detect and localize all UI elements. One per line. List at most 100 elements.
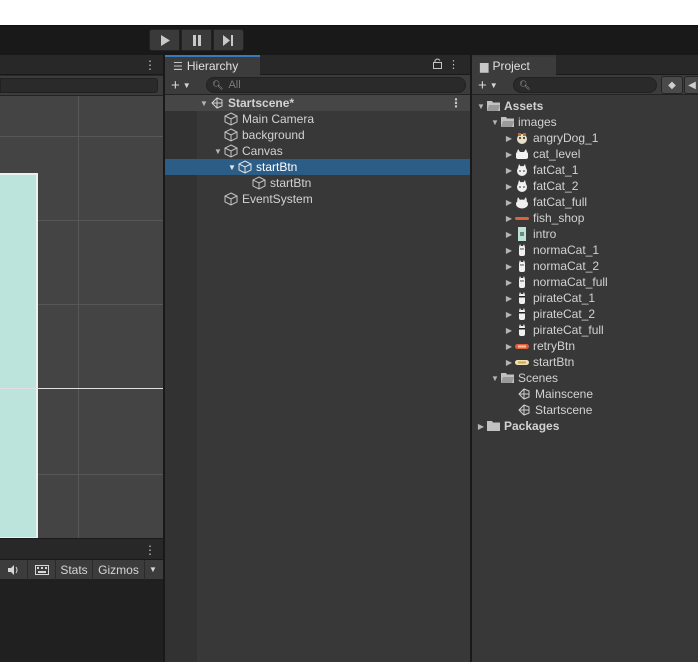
scene-options-icon[interactable]: ⋮ [450,96,462,110]
scene-row[interactable]: ▼ Startscene* ⋮ [165,95,470,111]
expand-arrow-icon[interactable]: ▶ [503,294,515,303]
stats-button[interactable]: Stats [56,559,93,580]
asset-row[interactable]: ▶ retryBtn [472,338,698,354]
expand-arrow-icon[interactable]: ▶ [503,134,515,143]
play-button[interactable] [149,29,180,51]
folder-row[interactable]: ▼ Scenes [472,370,698,386]
asset-row[interactable]: ▶ angryDog_1 [472,130,698,146]
play-icon [160,34,170,46]
asset-label: normaCat_full [533,275,608,289]
asset-row[interactable]: ▶ normaCat_2 [472,258,698,274]
expand-arrow-icon[interactable]: ▶ [503,166,515,175]
asset-row[interactable]: ▶ pirateCat_2 [472,306,698,322]
expand-arrow-icon[interactable]: ▶ [475,422,487,431]
hierarchy-item[interactable]: Main Camera [165,111,470,127]
game-view[interactable] [0,580,163,662]
hierarchy-search-placeholder: All [228,79,241,91]
tab-hierarchy[interactable]: ☰ Hierarchy [165,55,260,75]
hierarchy-search-input[interactable]: 🔍︎ All [206,77,466,93]
scene-asset-row[interactable]: Mainscene [472,386,698,402]
asset-row[interactable]: ▶ cat_level [472,146,698,162]
gizmos-dropdown-icon[interactable]: ▼ [145,560,161,580]
expand-arrow-icon[interactable]: ▼ [489,374,501,383]
asset-row[interactable]: ▶ intro [472,226,698,242]
hierarchy-item[interactable]: ▼ Canvas [165,143,470,159]
hierarchy-toolbar: + ▼ 🔍︎ All [165,75,470,95]
scene-search-input[interactable] [0,78,158,93]
asset-row[interactable]: ▶ pirateCat_full [472,322,698,338]
game-toolbar: Stats Gizmos ▼ [0,559,163,580]
asset-label: normaCat_2 [533,259,600,273]
audio-toggle-button[interactable] [0,559,28,580]
create-dropdown-button[interactable]: + ▼ [171,76,191,94]
hierarchy-menu-icon[interactable]: ⋮ [448,58,459,71]
expand-arrow-icon[interactable]: ▼ [226,163,238,172]
asset-row[interactable]: ▶ fatCat_1 [472,162,698,178]
asset-row[interactable]: ▶ pirateCat_1 [472,290,698,306]
expand-arrow-icon[interactable]: ▶ [503,310,515,319]
scene-view[interactable] [0,96,163,539]
folder-row[interactable]: ▼ images [472,114,698,130]
expand-arrow-icon[interactable]: ▼ [212,147,224,156]
filter-by-type-button[interactable]: ◆ [661,76,683,94]
expand-arrow-icon[interactable]: ▶ [503,246,515,255]
asset-label: pirateCat_full [533,323,604,337]
asset-row[interactable]: ▶ fatCat_2 [472,178,698,194]
expand-arrow-icon[interactable]: ▶ [503,358,515,367]
folder-label: Assets [504,99,544,113]
project-search-input[interactable]: 🔍︎ [513,77,657,93]
gameobject-cube-icon [224,112,238,126]
step-button[interactable] [213,29,244,51]
pirate-cat-sprite-icon [519,292,525,304]
game-menu-icon[interactable]: ⋮ [144,543,156,557]
folder-label: images [518,115,557,129]
filter-by-label-button[interactable]: ◀ [684,76,698,94]
hierarchy-item[interactable]: startBtn [165,175,470,191]
expand-arrow-icon[interactable]: ▶ [503,198,515,207]
gameobject-cube-icon [238,160,252,174]
folder-row[interactable]: ▶ Packages [472,418,698,434]
list-icon: ☰ [173,60,183,73]
pause-button[interactable] [181,29,212,51]
scene-menu-icon[interactable]: ⋮ [144,58,156,72]
expand-arrow-icon[interactable]: ▶ [503,214,515,223]
caret-down-icon: ▼ [182,80,191,90]
create-dropdown-button[interactable]: + ▼ [478,76,498,94]
scene-asset-row[interactable]: Startscene [472,402,698,418]
asset-row[interactable]: ▶ normaCat_full [472,274,698,290]
shapes-icon: ◆ [668,79,676,91]
stats-keyboard-button[interactable] [28,559,56,580]
expand-arrow-icon[interactable]: ▼ [475,102,487,111]
project-tree: ▼ Assets ▼ images ▶ angryDog_1 ▶ cat_lev… [472,98,698,434]
asset-row[interactable]: ▶ fatCat_full [472,194,698,210]
expand-arrow-icon[interactable]: ▼ [489,118,501,127]
gameobject-cube-icon [224,192,238,206]
hierarchy-panel: ☰ Hierarchy ⋮ + ▼ 🔍︎ All ▼ Startscene* ⋮ … [165,55,470,662]
expand-arrow-icon[interactable]: ▶ [503,182,515,191]
hierarchy-item[interactable]: background [165,127,470,143]
folder-closed-icon [487,421,500,431]
tab-project[interactable]: ▆ Project [472,55,556,75]
expand-arrow-icon[interactable]: ▶ [503,150,515,159]
asset-label: startBtn [533,355,575,369]
hierarchy-item[interactable]: EventSystem [165,191,470,207]
project-tab-label: Project [492,59,530,73]
asset-row[interactable]: ▶ normaCat_1 [472,242,698,258]
asset-row[interactable]: ▶ startBtn [472,354,698,370]
asset-row[interactable]: ▶ fish_shop [472,210,698,226]
cat-sprite-icon [516,197,528,209]
asset-label: Startscene [535,403,593,417]
gizmos-button[interactable]: Gizmos [93,559,145,580]
expand-arrow-icon[interactable]: ▶ [503,342,515,351]
expand-arrow-icon[interactable]: ▶ [503,230,515,239]
asset-label: fish_shop [533,211,585,225]
expand-arrow-icon[interactable]: ▶ [503,262,515,271]
axis-line [0,388,163,389]
expand-arrow-icon[interactable]: ▼ [198,99,210,108]
expand-arrow-icon[interactable]: ▶ [503,278,515,287]
lock-icon[interactable] [433,58,442,69]
hierarchy-item-selected[interactable]: ▼ startBtn [165,159,470,175]
asset-label: pirateCat_2 [533,307,596,321]
folder-row[interactable]: ▼ Assets [472,98,698,114]
expand-arrow-icon[interactable]: ▶ [503,326,515,335]
